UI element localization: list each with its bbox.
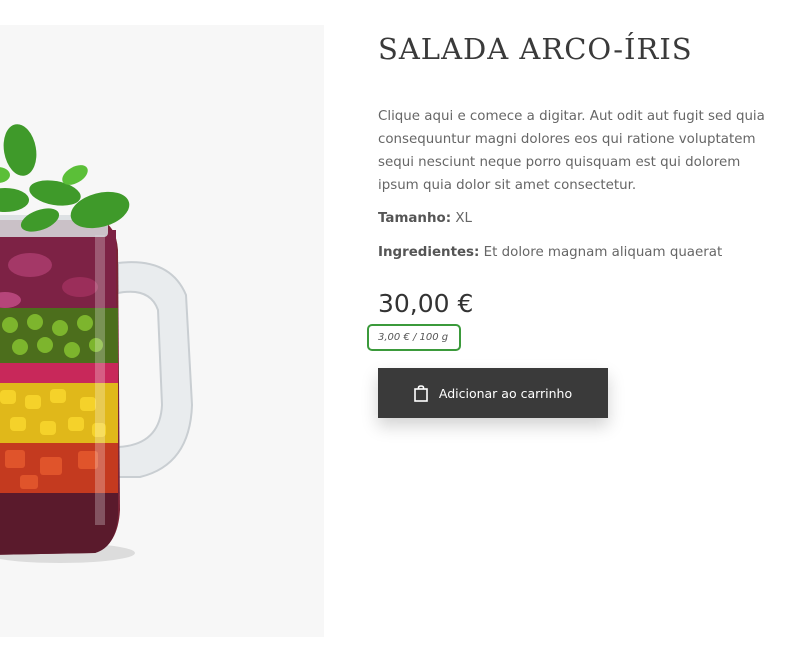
size-label: Tamanho: [378, 211, 452, 226]
size-value: XL [455, 211, 472, 226]
product-ingredients: Ingredientes: Et dolore magnam aliquam q… [378, 245, 722, 260]
ingredients-value: Et dolore magnam aliquam quaerat [483, 245, 723, 260]
shopping-bag-icon [414, 384, 428, 402]
unit-price-text: 3,00 € / 100 g [378, 332, 449, 343]
product-description: Clique aqui e comece a digitar. Aut odit… [378, 109, 765, 193]
salad-jar-illustration [0, 124, 194, 563]
product-price: 30,00 € [378, 289, 474, 318]
product-title: SALADA ARCO-ÍRIS [378, 32, 693, 66]
product-size: Tamanho: XL [378, 211, 472, 226]
unit-price: 3,00 € / 100 g [367, 324, 461, 351]
ingredients-label: Ingredientes: [378, 245, 480, 260]
add-to-cart-button[interactable]: Adicionar ao carrinho [378, 368, 608, 418]
product-image [0, 25, 324, 637]
add-to-cart-label: Adicionar ao carrinho [438, 385, 573, 401]
